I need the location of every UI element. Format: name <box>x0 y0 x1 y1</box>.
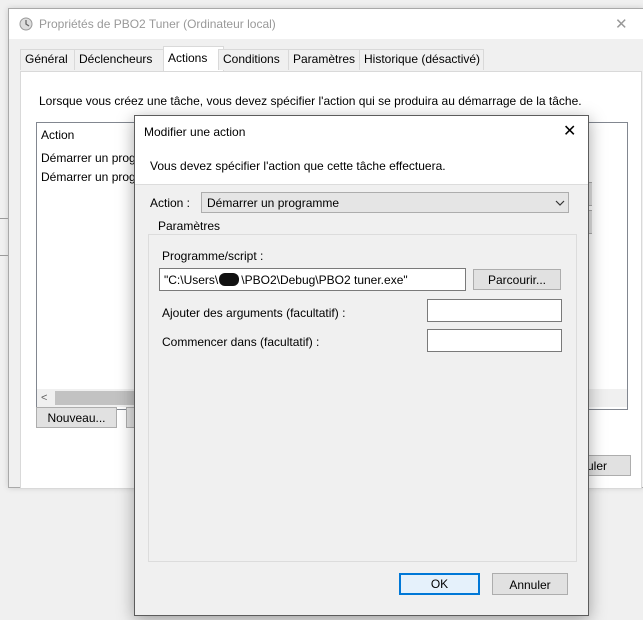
tab-settings[interactable]: Paramètres <box>288 49 363 70</box>
tab-conditions[interactable]: Conditions <box>218 49 292 70</box>
program-path-suffix: \PBO2\Debug\PBO2 tuner.exe" <box>241 273 408 287</box>
action-label: Action : <box>150 196 191 210</box>
dialog-titlebar[interactable]: Modifier une action ✕ <box>135 116 588 146</box>
list-item[interactable]: Démarrer un prog <box>41 170 136 184</box>
dialog-title: Modifier une action <box>144 125 246 139</box>
redacted-username <box>219 273 240 286</box>
start-in-label: Commencer dans (facultatif) : <box>162 335 320 349</box>
actions-description: Lorsque vous créez une tâche, vous devez… <box>39 94 582 108</box>
action-select-value: Démarrer un programme <box>207 196 340 210</box>
program-input[interactable]: "C:\Users\ \PBO2\Debug\PBO2 tuner.exe" <box>159 268 466 291</box>
dialog-header: Vous devez spécifier l'action que cette … <box>135 146 588 184</box>
action-select[interactable]: Démarrer un programme <box>201 192 569 213</box>
arguments-input[interactable] <box>427 299 562 322</box>
new-action-button[interactable]: Nouveau... <box>36 407 117 428</box>
list-column-header-action[interactable]: Action <box>41 125 74 145</box>
window-titlebar[interactable]: Propriétés de PBO2 Tuner (Ordinateur loc… <box>9 9 643 39</box>
divider <box>0 218 8 219</box>
dialog-description: Vous devez spécifier l'action que cette … <box>150 159 446 173</box>
tab-history[interactable]: Historique (désactivé) <box>359 49 484 70</box>
arguments-label: Ajouter des arguments (facultatif) : <box>162 306 346 320</box>
chevron-down-icon <box>554 195 566 214</box>
cancel-button[interactable]: Annuler <box>492 573 568 595</box>
start-in-input[interactable] <box>427 329 562 352</box>
divider <box>135 184 588 185</box>
window-title: Propriétés de PBO2 Tuner (Ordinateur loc… <box>39 17 276 31</box>
ok-button[interactable]: OK <box>399 573 480 595</box>
program-input-value: "C:\Users\ \PBO2\Debug\PBO2 tuner.exe" <box>164 273 408 287</box>
program-label: Programme/script : <box>162 249 264 263</box>
program-path-prefix: "C:\Users\ <box>164 273 219 287</box>
tab-general[interactable]: Général <box>20 49 75 70</box>
list-item[interactable]: Démarrer un prog <box>41 151 136 165</box>
scroll-left-icon[interactable]: < <box>41 389 47 407</box>
tab-actions[interactable]: Actions <box>163 46 224 71</box>
parameters-legend: Paramètres <box>155 219 224 233</box>
close-icon[interactable]: ✕ <box>563 121 576 141</box>
close-icon[interactable]: ✕ <box>615 15 628 33</box>
task-scheduler-icon <box>19 17 33 31</box>
tab-triggers[interactable]: Déclencheurs <box>74 49 165 70</box>
browse-button[interactable]: Parcourir... <box>473 269 561 290</box>
edit-action-dialog: Modifier une action ✕ Vous devez spécifi… <box>134 115 589 616</box>
divider <box>0 255 8 256</box>
tab-strip: Général Déclencheurs Actions Conditions … <box>20 46 640 71</box>
